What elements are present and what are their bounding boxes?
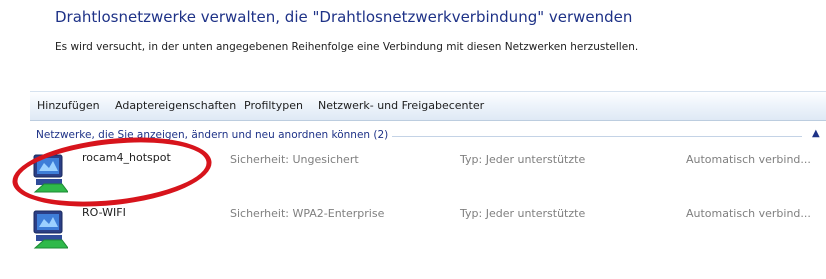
network-connection-mode: Automatisch verbind... [686,207,811,220]
network-name: rocam4_hotspot [82,151,171,164]
adapter-properties-button[interactable]: Adaptereigenschaften [115,99,236,112]
network-name: RO-WIFI [82,206,126,219]
network-item-ro-wifi[interactable]: RO-WIFI Sicherheit: WPA2-Enterprise Typ:… [0,202,826,252]
network-connection-mode: Automatisch verbind... [686,153,811,166]
network-type: Typ: Jeder unterstützte [460,153,586,166]
network-group-header[interactable]: Netzwerke, die Sie anzeigen, ändern und … [36,127,826,143]
network-security: Sicherheit: Ungesichert [230,153,359,166]
network-item-rocam4-hotspot[interactable]: rocam4_hotspot Sicherheit: Ungesichert T… [0,146,826,196]
wireless-network-icon [33,154,68,193]
network-sharing-center-button[interactable]: Netzwerk- und Freigabecenter [318,99,484,112]
network-security: Sicherheit: WPA2-Enterprise [230,207,385,220]
page-subtitle: Es wird versucht, in der unten angegeben… [55,41,639,53]
profile-types-button[interactable]: Profiltypen [244,99,303,112]
page-title: Drahtlosnetzwerke verwalten, die "Drahtl… [55,8,633,26]
network-type: Typ: Jeder unterstützte [460,207,586,220]
collapse-chevron-icon[interactable]: ▲ [812,128,820,139]
add-button[interactable]: Hinzufügen [37,99,100,112]
group-label: Netzwerke, die Sie anzeigen, ändern und … [36,129,393,141]
group-divider [372,136,802,137]
wireless-network-icon [33,210,68,249]
toolbar: Hinzufügen Adaptereigenschaften Profilty… [30,91,826,121]
